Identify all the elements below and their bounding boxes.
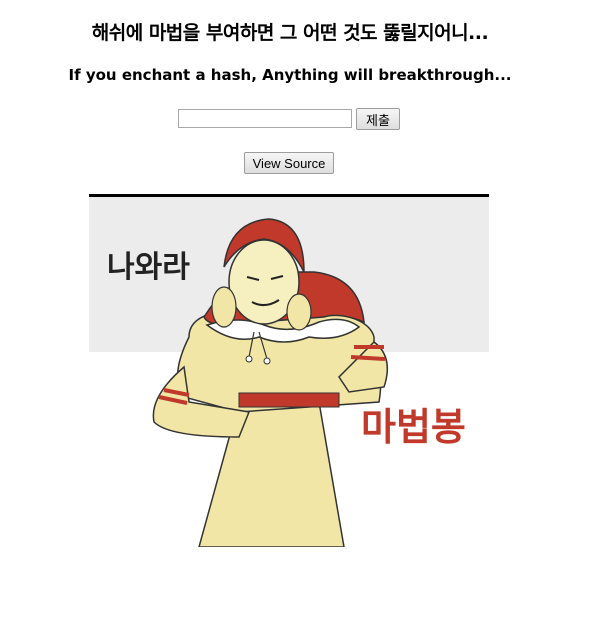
meme-top-text: 나와라 <box>107 250 190 285</box>
meme-bottom-text: 마법봉 <box>361 405 466 449</box>
page-subtitle: If you enchant a hash, Anything will bre… <box>68 66 512 84</box>
arm-stripe-right-2 <box>350 355 386 361</box>
collar-tassel-left <box>245 355 253 363</box>
hash-input[interactable] <box>178 109 352 128</box>
meme-image: 나와라 마법봉 <box>89 197 489 547</box>
hair-braid-left <box>211 286 237 328</box>
page-title: 해쉬에 마법을 부여하면 그 어떤 것도 뚫릴지어니... <box>91 22 489 44</box>
belt <box>238 392 340 408</box>
hair-braid-right <box>286 293 312 331</box>
collar-tassel-right <box>263 357 271 365</box>
view-source-button[interactable]: View Source <box>244 152 334 174</box>
submit-button[interactable]: 제출 <box>356 108 400 130</box>
